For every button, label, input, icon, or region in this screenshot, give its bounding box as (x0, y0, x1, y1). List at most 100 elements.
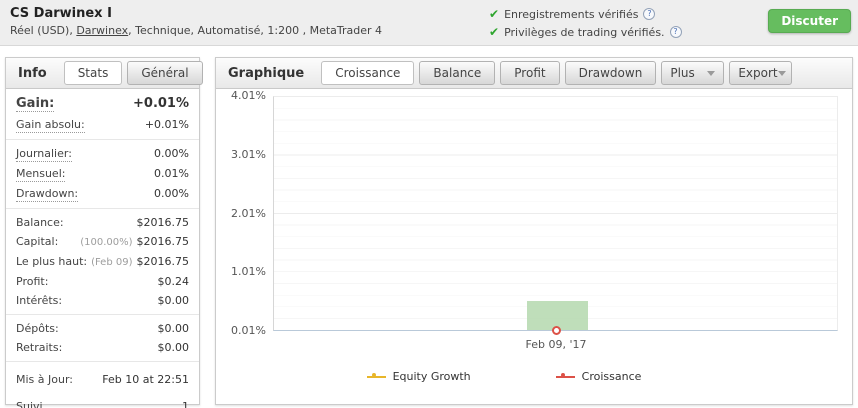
stat-label: Capital: (16, 234, 58, 249)
legend-marker-icon (367, 372, 386, 381)
stat-row-drawdown: Drawdown: 0.00% (6, 184, 199, 204)
info-panel: Info Stats Général Gain: +0.01% Gain abs… (5, 57, 200, 405)
account-type-text: Réel (USD), (10, 24, 76, 37)
chevron-down-icon (707, 71, 715, 76)
growth-chart: 4.01% 3.01% 2.01% 1.01% 0.01% Feb 09, '1… (216, 89, 852, 405)
stat-label: Drawdown: (16, 186, 78, 202)
stat-row-updated: Mis à Jour: Feb 10 at 22:51 (6, 366, 199, 393)
verification-label: Enregistrements vérifiés (504, 8, 638, 21)
stat-label: Gain absolu: (16, 117, 85, 133)
stat-value: (100.00%) $2016.75 (80, 234, 189, 250)
legend-label: Equity Growth (393, 370, 471, 383)
stat-value: 0.01% (154, 166, 189, 181)
legend-item-equity-growth[interactable]: Equity Growth (367, 370, 471, 383)
plus-dropdown[interactable]: Plus (661, 61, 724, 85)
stat-row-equity: Capital: (100.00%) $2016.75 (6, 232, 199, 252)
info-panel-label: Info (18, 66, 47, 81)
verification-row: ✔ Enregistrements vérifiés ? (489, 5, 682, 23)
chart-legend: Equity Growth Croissance (216, 370, 792, 383)
export-dropdown-label: Export (738, 66, 777, 80)
stat-row-balance: Balance: $2016.75 (6, 213, 199, 232)
stat-value: $0.00 (158, 293, 190, 308)
stat-label: Balance: (16, 215, 64, 230)
stat-row-highest: Le plus haut: (Feb 09) $2016.75 (6, 252, 199, 272)
help-icon[interactable]: ? (643, 8, 655, 20)
tab-drawdown[interactable]: Drawdown (565, 61, 657, 85)
tab-stats[interactable]: Stats (64, 61, 123, 85)
stat-value: +0.01% (145, 117, 189, 132)
meta-section: Mis à Jour: Feb 10 at 22:51 Suivi 1 (6, 362, 199, 408)
verification-row: ✔ Privilèges de trading vérifiés. ? (489, 23, 682, 41)
stat-amount: $2016.75 (137, 255, 190, 268)
stat-value: $0.00 (158, 321, 190, 336)
stat-value: $2016.75 (137, 215, 190, 230)
stat-value: 0.00% (154, 146, 189, 161)
y-axis-tick: 1.01% (220, 265, 266, 279)
stat-row-tracking: Suivi 1 (6, 393, 199, 408)
info-tabstrip: Info Stats Général (6, 58, 199, 89)
chart-panel-label: Graphique (228, 66, 304, 81)
legend-item-croissance[interactable]: Croissance (556, 370, 642, 383)
stat-value: (Feb 09) $2016.75 (91, 254, 189, 270)
periodic-section: Journalier: 0.00% Mensuel: 0.01% Drawdow… (6, 140, 199, 209)
account-header: CS Darwinex I Réel (USD), Darwinex, Tech… (0, 0, 858, 46)
balance-section: Balance: $2016.75 Capital: (100.00%) $201… (6, 209, 199, 315)
stat-value: +0.01% (133, 96, 189, 111)
stat-prefix: (100.00%) (80, 237, 132, 248)
discuss-button[interactable]: Discuter (768, 9, 851, 33)
stat-amount: $2016.75 (137, 235, 190, 248)
chevron-down-icon (778, 71, 786, 76)
stat-prefix: (Feb 09) (91, 257, 132, 268)
stat-label: Mis à Jour: (16, 372, 73, 387)
plot-area (273, 96, 838, 331)
chart-tabstrip: Graphique Croissance Balance Profit Draw… (216, 58, 852, 89)
legend-label: Croissance (582, 370, 642, 383)
export-dropdown[interactable]: Export (729, 61, 792, 85)
stat-row-interest: Intérêts: $0.00 (6, 291, 199, 310)
stat-label: Mensuel: (16, 166, 65, 182)
legend-marker-icon (556, 372, 575, 381)
stat-row-monthly: Mensuel: 0.01% (6, 164, 199, 184)
stat-row-gain: Gain: +0.01% (6, 93, 199, 115)
x-axis-tick: Feb 09, '17 (496, 338, 616, 351)
tab-balance[interactable]: Balance (419, 61, 495, 85)
stat-row-profit: Profit: $0.24 (6, 272, 199, 291)
stat-value: $0.24 (158, 274, 190, 289)
chart-panel: Graphique Croissance Balance Profit Draw… (215, 57, 853, 405)
stat-label: Profit: (16, 274, 48, 289)
tab-profit[interactable]: Profit (500, 61, 559, 85)
verification-badges: ✔ Enregistrements vérifiés ? ✔ Privilège… (489, 5, 682, 41)
help-icon[interactable]: ? (670, 26, 682, 38)
growth-data-point[interactable] (552, 326, 561, 335)
verification-label: Privilèges de trading vérifiés. (504, 26, 664, 39)
stat-value: 1 (182, 399, 189, 408)
check-icon: ✔ (489, 7, 499, 21)
stat-label: Le plus haut: (16, 254, 87, 269)
stat-row-daily: Journalier: 0.00% (6, 144, 199, 164)
stat-label: Intérêts: (16, 293, 62, 308)
page-title: CS Darwinex I (10, 6, 112, 21)
stat-row-abs-gain: Gain absolu: +0.01% (6, 115, 199, 135)
tab-growth[interactable]: Croissance (321, 61, 414, 85)
check-icon: ✔ (489, 25, 499, 39)
stat-label: Retraits: (16, 340, 62, 355)
stat-label: Dépôts: (16, 321, 59, 336)
stat-value: Feb 10 at 22:51 (102, 372, 189, 387)
broker-link[interactable]: Darwinex (76, 24, 128, 37)
stat-value: $0.00 (158, 340, 190, 355)
stat-label: Journalier: (16, 146, 72, 162)
tab-general[interactable]: Général (127, 61, 202, 85)
y-axis-tick: 2.01% (220, 207, 266, 221)
gain-section: Gain: +0.01% Gain absolu: +0.01% (6, 89, 199, 140)
stat-label: Suivi (16, 399, 43, 408)
account-subtitle: Réel (USD), Darwinex, Technique, Automat… (10, 24, 382, 37)
stat-label: Gain: (16, 96, 54, 112)
cashflow-section: Dépôts: $0.00 Retraits: $0.00 (6, 315, 199, 362)
y-axis-tick: 3.01% (220, 148, 266, 162)
stat-value: 0.00% (154, 186, 189, 201)
account-details-text: , Technique, Automatisé, 1:200 , MetaTra… (128, 24, 382, 37)
y-axis-tick: 0.01% (220, 324, 266, 338)
stat-row-deposits: Dépôts: $0.00 (6, 319, 199, 338)
plus-dropdown-label: Plus (670, 66, 694, 80)
stat-row-withdrawals: Retraits: $0.00 (6, 338, 199, 357)
